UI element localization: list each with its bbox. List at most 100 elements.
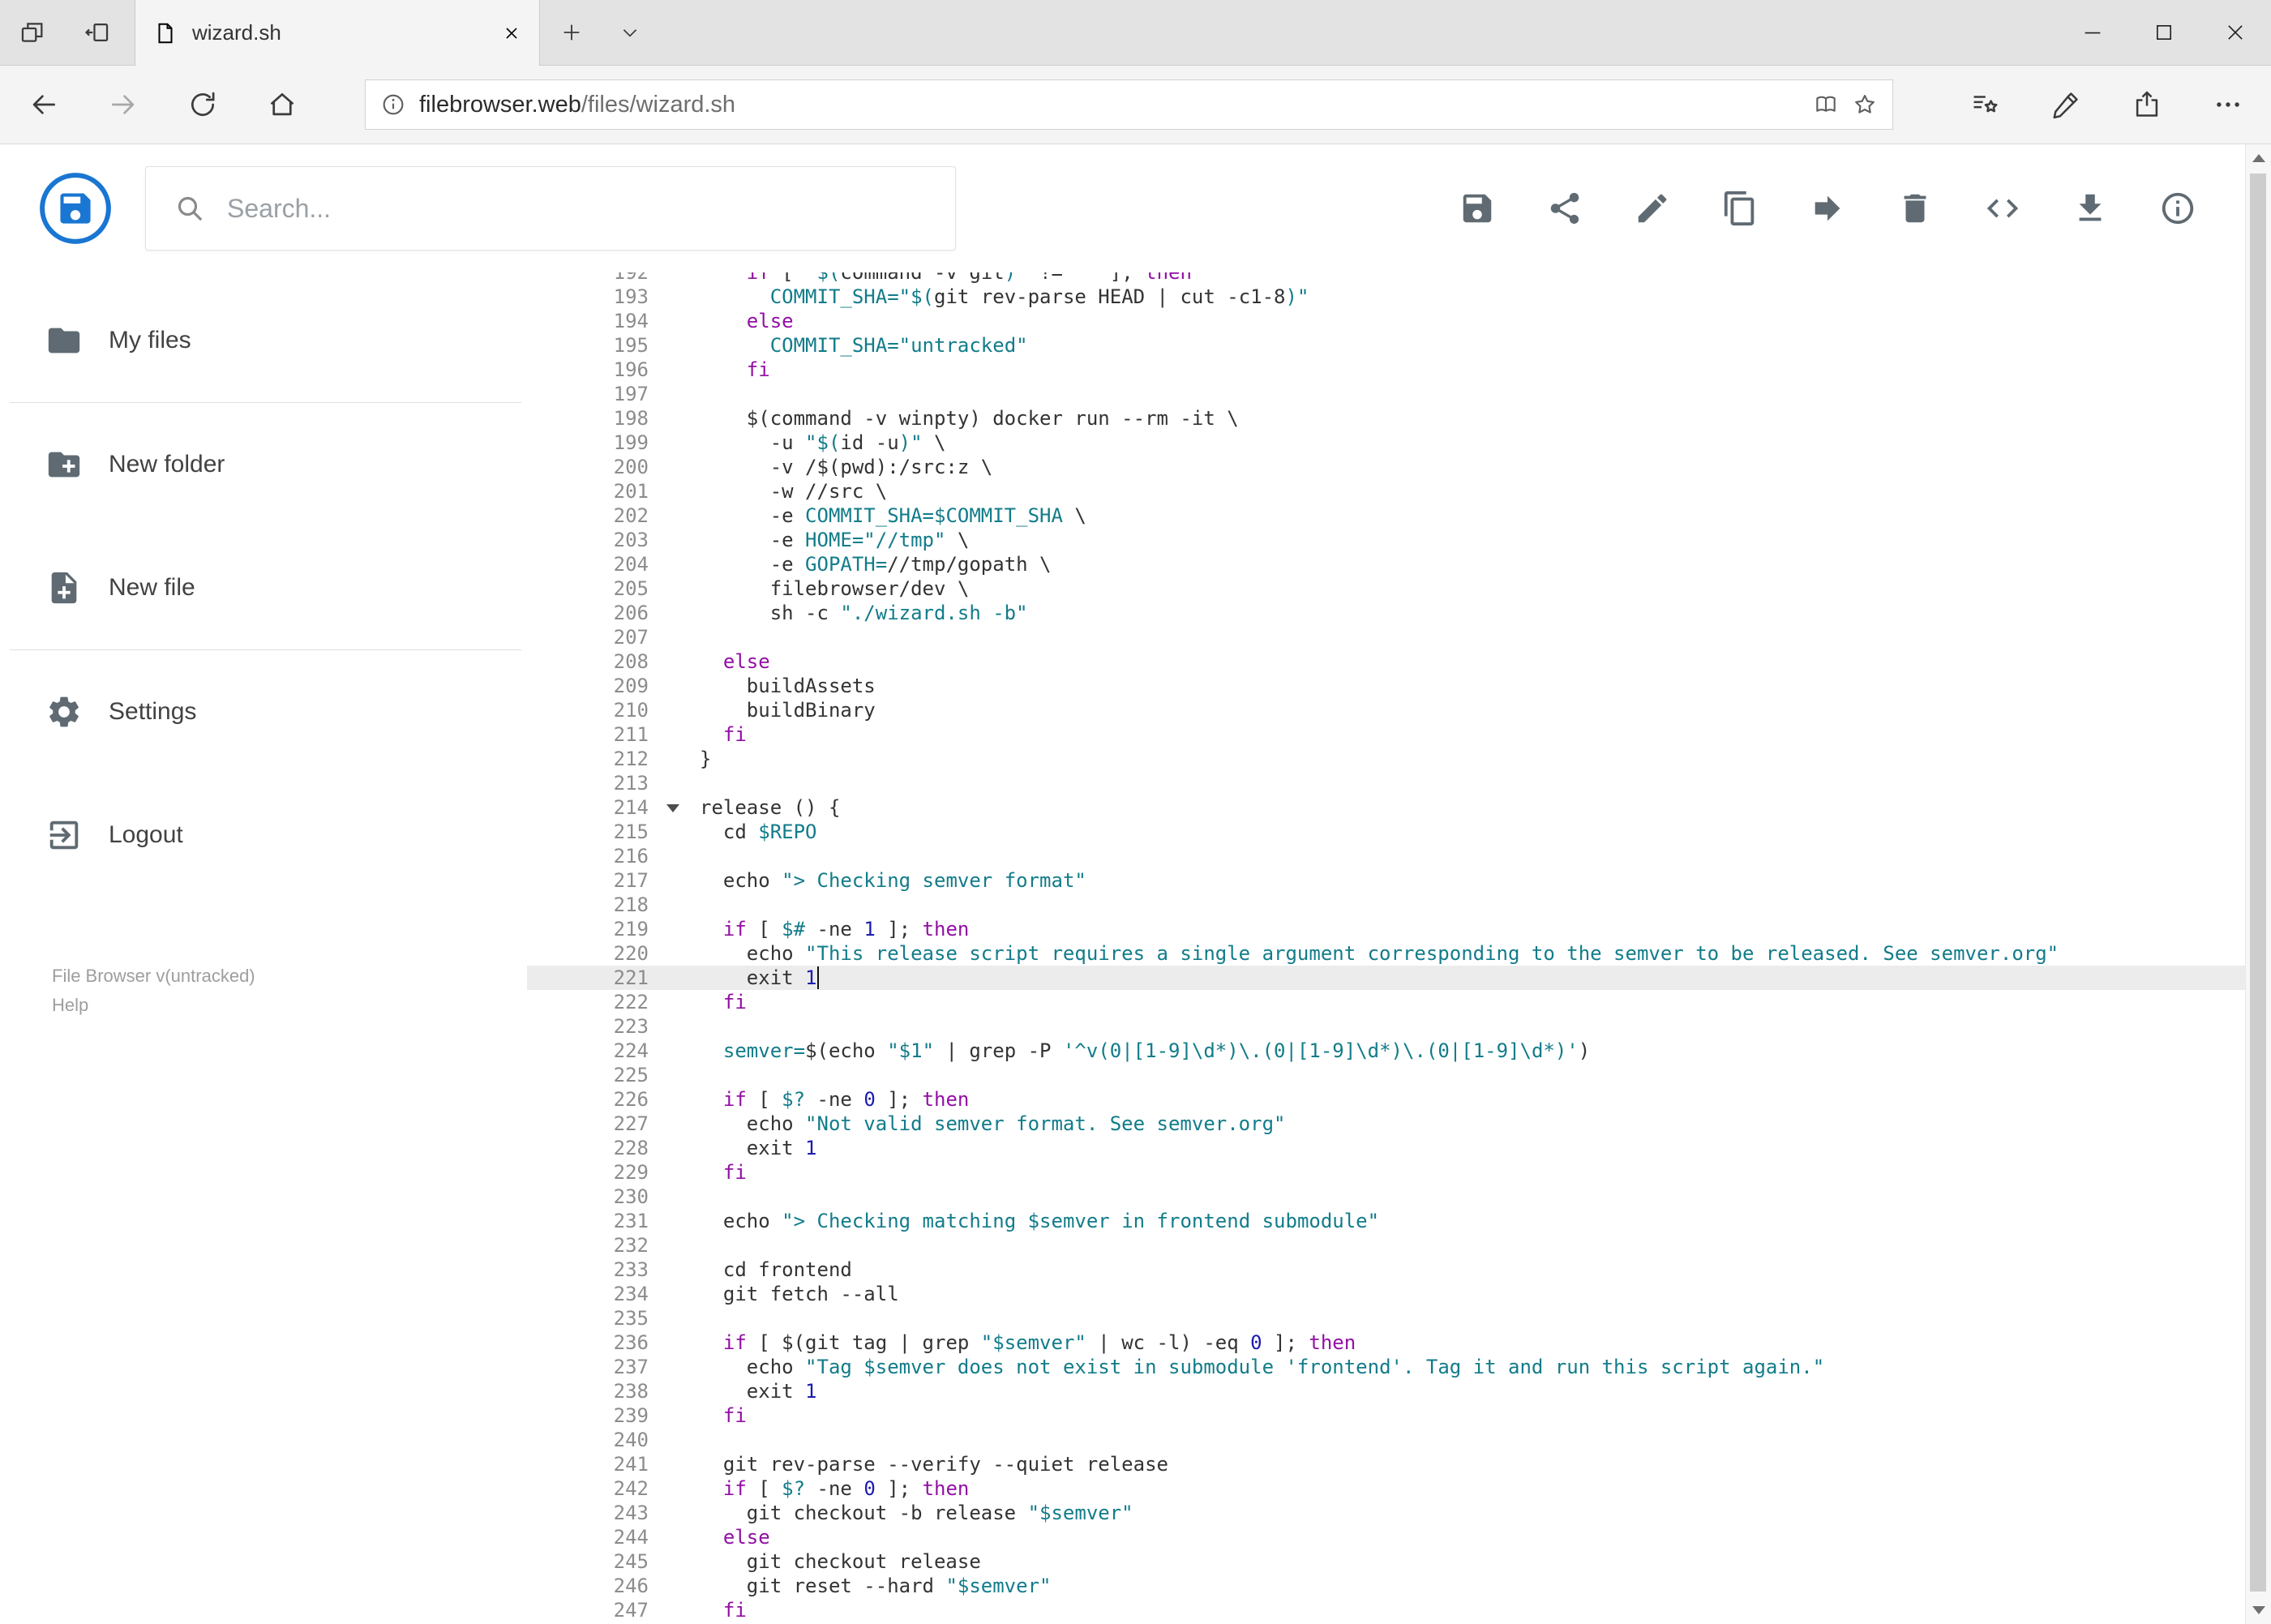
new-tab-button[interactable] [540,0,603,65]
code-line[interactable]: 208 else [527,649,2245,674]
sidebar-item-settings[interactable]: Settings [0,650,527,773]
code-line[interactable]: 195 COMMIT_SHA="untracked" [527,333,2245,358]
code-line[interactable]: 239 fi [527,1403,2245,1428]
favorite-star-icon[interactable] [1852,92,1878,118]
code-line[interactable]: 229 fi [527,1160,2245,1185]
reading-view-icon[interactable] [1813,92,1839,118]
refresh-button[interactable] [163,66,242,144]
code-line[interactable]: 196 fi [527,358,2245,382]
code-line[interactable]: 243 git checkout -b release "$semver" [527,1501,2245,1525]
scrollbar-thumb[interactable] [2250,174,2266,1592]
close-button[interactable] [2200,0,2271,65]
code-line[interactable]: 193 COMMIT_SHA="$(git rev-parse HEAD | c… [527,285,2245,309]
code-line[interactable]: 199 -u "$(id -u)" \ [527,431,2245,455]
code-line[interactable]: 241 git rev-parse --verify --quiet relea… [527,1452,2245,1476]
browser-tab[interactable]: wizard.sh [135,0,540,66]
edit-button[interactable] [1613,169,1691,247]
code-line[interactable]: 204 -e GOPATH=//tmp/gopath \ [527,552,2245,576]
code-line[interactable]: 245 git checkout release [527,1549,2245,1574]
download-button[interactable] [2051,169,2129,247]
code-line[interactable]: 194 else [527,309,2245,333]
tabs-aside-button[interactable] [65,0,130,65]
code-line[interactable]: 231 echo "> Checking matching $semver in… [527,1209,2245,1233]
code-line[interactable]: 228 exit 1 [527,1136,2245,1160]
code-line[interactable]: 237 echo "Tag $semver does not exist in … [527,1355,2245,1379]
scroll-down-icon[interactable] [2246,1596,2271,1624]
search-box[interactable] [145,166,956,251]
scroll-up-icon[interactable] [2246,144,2271,172]
home-button[interactable] [242,66,322,144]
delete-button[interactable] [1876,169,1954,247]
forward-button[interactable] [84,66,163,144]
code-line[interactable]: 218 [527,893,2245,917]
code-line[interactable]: 209 buildAssets [527,674,2245,698]
code-line[interactable]: 230 [527,1185,2245,1209]
code-line[interactable]: 216 [527,844,2245,868]
code-line[interactable]: 224 semver=$(echo "$1" | grep -P '^v(0|[… [527,1039,2245,1063]
page-scrollbar[interactable] [2245,144,2271,1624]
code-line[interactable]: 227 echo "Not valid semver format. See s… [527,1112,2245,1136]
sidebar-item-logout[interactable]: Logout [0,773,527,897]
url-bar[interactable]: filebrowser.web/files/wizard.sh [365,79,1893,130]
filebrowser-logo[interactable] [39,172,112,245]
code-line[interactable]: 211 fi [527,722,2245,747]
code-line[interactable]: 212} [527,747,2245,771]
code-line[interactable]: 247 fi [527,1598,2245,1622]
code-line[interactable]: 206 sh -c "./wizard.sh -b" [527,601,2245,625]
sidebar-item-new-file[interactable]: New file [0,526,527,649]
code-line[interactable]: 203 -e HOME="//tmp" \ [527,528,2245,552]
tab-preview-button[interactable] [0,0,65,65]
code-editor[interactable]: 192 if [ "$(command -v git)" != "" ]; th… [527,272,2245,1624]
code-line[interactable]: 240 [527,1428,2245,1452]
code-line[interactable]: 210 buildBinary [527,698,2245,722]
code-line[interactable]: 246 git reset --hard "$semver" [527,1574,2245,1598]
maximize-button[interactable] [2128,0,2200,65]
code-line[interactable]: 202 -e COMMIT_SHA=$COMMIT_SHA \ [527,503,2245,528]
code-line[interactable]: 242 if [ $? -ne 0 ]; then [527,1476,2245,1501]
search-input[interactable] [227,193,928,224]
code-line[interactable]: 213 [527,771,2245,795]
save-button[interactable] [1438,169,1516,247]
code-line[interactable]: 201 -w //src \ [527,479,2245,503]
code-line[interactable]: 200 -v /$(pwd):/src:z \ [527,455,2245,479]
code-line[interactable]: 235 [527,1306,2245,1330]
code-line[interactable]: 244 else [527,1525,2245,1549]
move-button[interactable] [1789,169,1866,247]
tab-close-icon[interactable] [502,24,521,43]
help-link[interactable]: Help [52,991,255,1020]
code-line[interactable]: 226 if [ $? -ne 0 ]; then [527,1087,2245,1112]
code-line[interactable]: 220 echo "This release script requires a… [527,941,2245,966]
code-line[interactable]: 221 exit 1 [527,966,2245,990]
code-line[interactable]: 217 echo "> Checking semver format" [527,868,2245,893]
code-line[interactable]: 233 cd frontend [527,1258,2245,1282]
minimize-button[interactable] [2057,0,2128,65]
code-line[interactable]: 225 [527,1063,2245,1087]
web-note-button[interactable] [2025,66,2106,144]
back-button[interactable] [4,66,84,144]
copy-button[interactable] [1701,169,1779,247]
fold-arrow-icon[interactable] [666,804,679,812]
code-button[interactable] [1964,169,2042,247]
code-line[interactable]: 232 [527,1233,2245,1258]
code-line[interactable]: 198 $(command -v winpty) docker run --rm… [527,406,2245,431]
hub-button[interactable] [1944,66,2025,144]
code-line[interactable]: 192 if [ "$(command -v git)" != "" ]; th… [527,272,2245,285]
code-line[interactable]: 205 filebrowser/dev \ [527,576,2245,601]
tab-list-button[interactable] [603,0,657,65]
share-button[interactable] [1526,169,1604,247]
info-button[interactable] [2139,169,2217,247]
code-line[interactable]: 236 if [ $(git tag | grep "$semver" | wc… [527,1330,2245,1355]
sidebar-item-my-files[interactable]: My files [0,279,527,402]
code-line[interactable]: 234 git fetch --all [527,1282,2245,1306]
code-line[interactable]: 207 [527,625,2245,649]
share-page-button[interactable] [2106,66,2187,144]
sidebar-item-new-folder[interactable]: New folder [0,403,527,526]
code-line[interactable]: 238 exit 1 [527,1379,2245,1403]
site-info-icon[interactable] [380,92,406,118]
code-line[interactable]: 222 fi [527,990,2245,1014]
more-options-button[interactable] [2187,66,2269,144]
code-line[interactable]: 215 cd $REPO [527,820,2245,844]
code-line[interactable]: 219 if [ $# -ne 1 ]; then [527,917,2245,941]
code-line[interactable]: 223 [527,1014,2245,1039]
code-line[interactable]: 214 release () { [527,795,2245,820]
